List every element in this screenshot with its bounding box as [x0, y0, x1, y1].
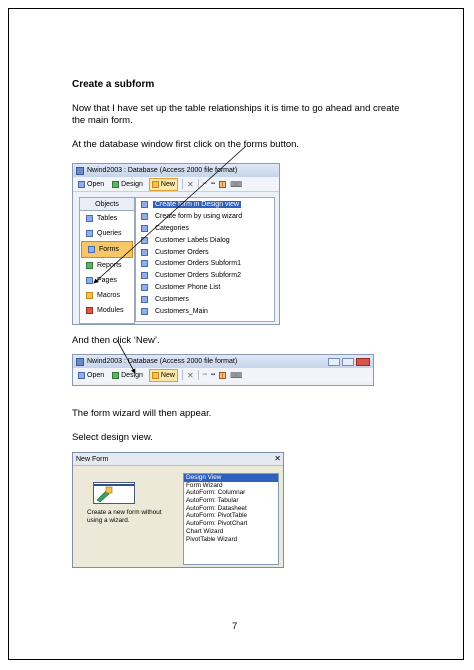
callout-arrows [93, 145, 247, 374]
page-number: 7 [232, 621, 238, 632]
arrow-to-forms-button [93, 145, 247, 284]
arrow-to-new-button [116, 339, 136, 374]
